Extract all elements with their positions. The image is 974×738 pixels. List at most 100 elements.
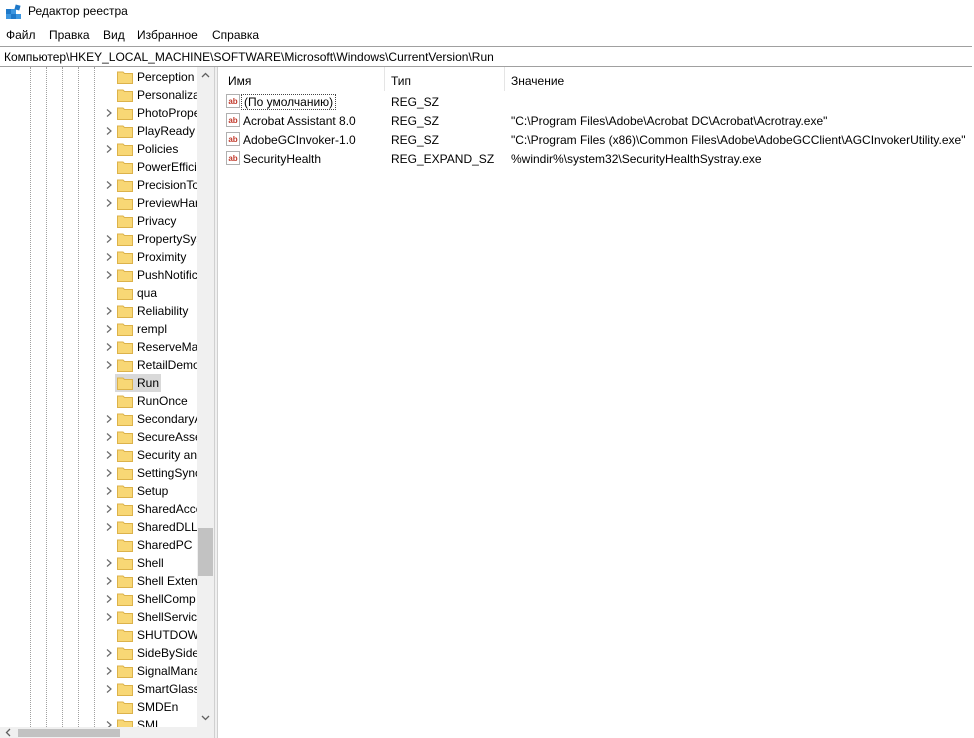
- tree-item[interactable]: PowerEffici: [0, 158, 197, 176]
- tree-item[interactable]: Run: [0, 374, 197, 392]
- tree-item[interactable]: SideBySide: [0, 644, 197, 662]
- value-name[interactable]: AdobeGCInvoker-1.0: [243, 133, 356, 147]
- folder-icon: [117, 71, 133, 84]
- chevron-right-icon[interactable]: [104, 486, 114, 496]
- tree-item[interactable]: PushNotific: [0, 266, 197, 284]
- tree-item[interactable]: ReserveMar: [0, 338, 197, 356]
- folder-icon: [117, 665, 133, 678]
- chevron-right-icon[interactable]: [104, 342, 114, 352]
- tree-item[interactable]: PlayReady: [0, 122, 197, 140]
- tree-item[interactable]: SHUTDOWN: [0, 626, 197, 644]
- value-name[interactable]: SecurityHealth: [243, 152, 321, 166]
- chevron-right-icon[interactable]: [104, 522, 114, 532]
- tree-item[interactable]: ShellComp: [0, 590, 197, 608]
- column-divider[interactable]: [384, 67, 385, 91]
- tree-item[interactable]: Shell Extens: [0, 572, 197, 590]
- key-tree[interactable]: Perception Personaliza PhotoPrope PlayReady…: [0, 67, 214, 738]
- chevron-right-icon[interactable]: [104, 108, 114, 118]
- scroll-up-icon[interactable]: [201, 71, 210, 80]
- chevron-right-icon[interactable]: [104, 558, 114, 568]
- chevron-right-icon[interactable]: [104, 468, 114, 478]
- tree-item[interactable]: Privacy: [0, 212, 197, 230]
- chevron-right-icon[interactable]: [104, 612, 114, 622]
- chevron-right-icon[interactable]: [104, 252, 114, 262]
- chevron-right-icon[interactable]: [104, 414, 114, 424]
- tree-item-label: PrecisionTo: [137, 178, 197, 192]
- tree-item-label: RunOnce: [137, 394, 188, 408]
- tree-item[interactable]: Policies: [0, 140, 197, 158]
- value-name[interactable]: Acrobat Assistant 8.0: [243, 114, 356, 128]
- tree-item-label: PowerEffici: [137, 160, 197, 174]
- menu-file[interactable]: Файл: [6, 28, 36, 42]
- chevron-right-icon[interactable]: [104, 432, 114, 442]
- chevron-right-icon[interactable]: [104, 180, 114, 190]
- chevron-right-icon[interactable]: [104, 324, 114, 334]
- tree-item[interactable]: Personaliza: [0, 86, 197, 104]
- column-header-type[interactable]: Тип: [391, 74, 411, 88]
- tree-item[interactable]: Reliability: [0, 302, 197, 320]
- value-row[interactable]: ab Acrobat Assistant 8.0 REG_SZ "C:\Program…: [218, 112, 974, 131]
- tree-item[interactable]: PreviewHar: [0, 194, 197, 212]
- tree-item[interactable]: Perception: [0, 68, 197, 86]
- value-name[interactable]: (По умолчанию): [240, 94, 337, 110]
- column-header-data[interactable]: Значение: [511, 74, 564, 88]
- tree-item[interactable]: PrecisionTo: [0, 176, 197, 194]
- column-divider[interactable]: [504, 67, 505, 91]
- menu-help[interactable]: Справка: [212, 28, 259, 42]
- tree-item[interactable]: SecureAsse: [0, 428, 197, 446]
- chevron-right-icon[interactable]: [104, 594, 114, 604]
- chevron-right-icon[interactable]: [104, 144, 114, 154]
- tree-item[interactable]: RunOnce: [0, 392, 197, 410]
- tree-vertical-scrollbar[interactable]: [197, 67, 214, 727]
- tree-item-label: ShellService: [137, 610, 197, 624]
- tree-item[interactable]: SettingSync: [0, 464, 197, 482]
- chevron-right-icon[interactable]: [104, 648, 114, 658]
- address-path[interactable]: Компьютер\HKEY_LOCAL_MACHINE\SOFTWARE\Mi…: [4, 50, 494, 64]
- chevron-right-icon[interactable]: [104, 198, 114, 208]
- tree-item[interactable]: SharedPC: [0, 536, 197, 554]
- chevron-right-icon[interactable]: [104, 360, 114, 370]
- tree-item[interactable]: RetailDemo: [0, 356, 197, 374]
- tree-item[interactable]: SharedDLLs: [0, 518, 197, 536]
- menu-favorites[interactable]: Избранное: [137, 28, 198, 42]
- column-header-name[interactable]: Имя: [228, 74, 251, 88]
- tree-horizontal-scrollbar[interactable]: [0, 727, 214, 738]
- tree-scroll-thumb[interactable]: [198, 528, 213, 576]
- chevron-right-icon[interactable]: [104, 666, 114, 676]
- tree-item[interactable]: SmartGlass: [0, 680, 197, 698]
- tree-item[interactable]: ShellService: [0, 608, 197, 626]
- menu-view[interactable]: Вид: [103, 28, 125, 42]
- chevron-right-icon[interactable]: [104, 234, 114, 244]
- address-bar[interactable]: Компьютер\HKEY_LOCAL_MACHINE\SOFTWARE\Mi…: [0, 46, 972, 67]
- tree-item[interactable]: Setup: [0, 482, 197, 500]
- tree-item[interactable]: SecondaryA: [0, 410, 197, 428]
- tree-item[interactable]: PropertySys: [0, 230, 197, 248]
- chevron-right-icon[interactable]: [104, 126, 114, 136]
- tree-item[interactable]: SignalMana: [0, 662, 197, 680]
- scroll-left-icon[interactable]: [4, 728, 13, 737]
- tree-item-label: SharedAcce: [137, 502, 197, 516]
- tree-item[interactable]: SMDEn: [0, 698, 197, 716]
- tree-item[interactable]: qua: [0, 284, 197, 302]
- scroll-down-icon[interactable]: [201, 713, 210, 722]
- value-row[interactable]: ab SecurityHealth REG_EXPAND_SZ %windir%\sy…: [218, 150, 974, 169]
- tree-item[interactable]: Proximity: [0, 248, 197, 266]
- value-row[interactable]: ab (По умолчанию) REG_SZ: [218, 93, 974, 112]
- chevron-right-icon[interactable]: [104, 306, 114, 316]
- chevron-right-icon[interactable]: [104, 504, 114, 514]
- tree-item[interactable]: PhotoPrope: [0, 104, 197, 122]
- values-list[interactable]: Имя Тип Значение ab (По умолчанию) REG_SZ a…: [218, 67, 974, 738]
- tree-item[interactable]: rempl: [0, 320, 197, 338]
- chevron-right-icon[interactable]: [104, 270, 114, 280]
- tree-item-label: SMDEn: [137, 700, 179, 714]
- chevron-right-icon[interactable]: [104, 576, 114, 586]
- chevron-right-icon[interactable]: [104, 450, 114, 460]
- tree-item[interactable]: SharedAcce: [0, 500, 197, 518]
- value-row[interactable]: ab AdobeGCInvoker-1.0 REG_SZ "C:\Program Fi…: [218, 131, 974, 150]
- folder-icon: [117, 269, 133, 282]
- chevron-right-icon[interactable]: [104, 684, 114, 694]
- tree-item[interactable]: Shell: [0, 554, 197, 572]
- tree-item[interactable]: Security an: [0, 446, 197, 464]
- menu-edit[interactable]: Правка: [49, 28, 90, 42]
- tree-hscroll-thumb[interactable]: [18, 729, 120, 737]
